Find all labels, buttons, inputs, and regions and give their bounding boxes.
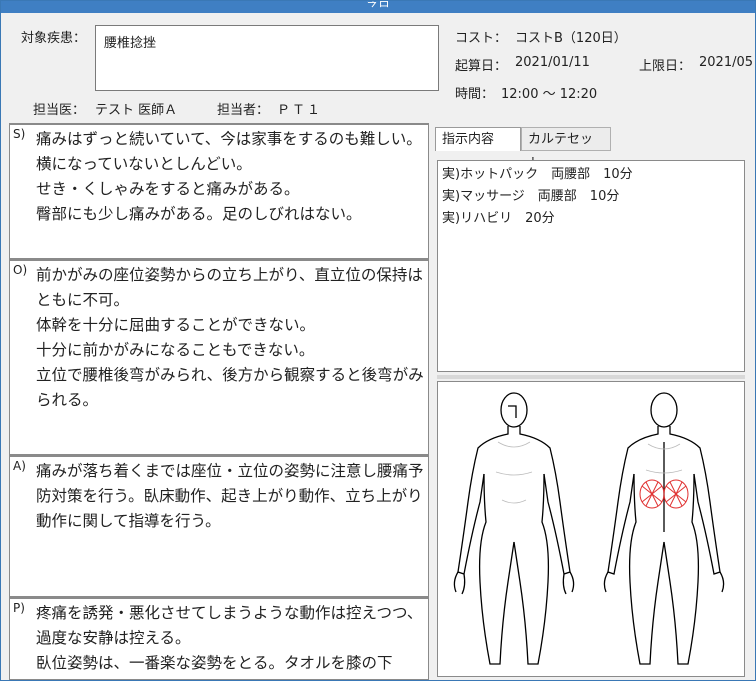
staff-label: 担当者： (217, 103, 270, 118)
front-body-figure (453, 392, 575, 665)
patient-header: 対象疾患： 腰椎捻挫 担当医： テスト 医師Ａ 担当者： ＰＴ１ コスト： コス… (1, 13, 755, 121)
app-window: 今日 対象疾患： 腰椎捻挫 担当医： テスト 医師Ａ 担当者： ＰＴ１ コスト：… (0, 0, 756, 681)
back-body-figure (603, 392, 725, 665)
soap-s-tag: S) (13, 127, 26, 141)
time-value: 12:00 ～ 12:20 (501, 87, 598, 102)
soap-o-tag: O) (13, 263, 28, 277)
tab-instruction[interactable]: 指示内容 (435, 127, 521, 151)
instruction-item[interactable]: 実)ホットパック 両腰部 10分 (442, 164, 740, 186)
body-outline-svg (453, 392, 725, 665)
instruction-item[interactable]: 実)マッサージ 両腰部 10分 (442, 186, 740, 208)
cost-value: コストB（120日） (515, 31, 627, 46)
doctor-value: テスト 医師Ａ (95, 103, 178, 118)
instruction-item[interactable]: 実)リハビリ 20分 (442, 208, 740, 230)
time-label: 時間： (455, 87, 495, 102)
instruction-list[interactable]: 実)ホットパック 両腰部 10分 実)マッサージ 両腰部 10分 実)リハビリ … (437, 160, 745, 372)
soap-a-panel[interactable]: A) 痛みが落ち着くまでは座位・立位の姿勢に注意し腰痛予防対策を行う。臥床動作、… (9, 455, 429, 597)
start-date-label: 起算日： (455, 59, 508, 74)
tab-karte-set[interactable]: カルテセット (521, 127, 611, 171)
soap-o-panel[interactable]: O) 前かがみの座位姿勢からの立ち上がり、直立位の保持はともに不可。 体幹を十分… (9, 259, 429, 455)
soap-p-panel[interactable]: P) 疼痛を誘発・悪化させてしまうような動作は控えつつ、過度な安静は控える。 臥… (9, 597, 429, 680)
disease-field[interactable]: 腰椎捻挫 (95, 25, 439, 91)
start-date-value: 2021/01/11 (515, 55, 590, 70)
cost-label: コスト： (455, 31, 508, 46)
disease-label: 対象疾患： (21, 31, 87, 46)
soap-o-text[interactable]: 前かがみの座位姿勢からの立ち上がり、直立位の保持はともに不可。 体幹を十分に屈曲… (36, 263, 424, 413)
limit-date-value: 2021/05 (699, 55, 754, 70)
soap-a-tag: A) (13, 459, 26, 473)
window-title: 今日 (1, 1, 755, 13)
soap-p-text[interactable]: 疼痛を誘発・悪化させてしまうような動作は控えつつ、過度な安静は控える。 臥位姿勢… (36, 601, 424, 676)
panel-splitter[interactable] (437, 375, 745, 379)
doctor-label: 担当医： (33, 103, 86, 118)
soap-s-text[interactable]: 痛みはずっと続いていて、今は家事をするのも難しい。横になっていないとしんどい。 … (36, 127, 424, 227)
body-diagram[interactable] (437, 381, 745, 677)
limit-date-label: 上限日： (639, 59, 692, 74)
soap-p-tag: P) (13, 601, 25, 615)
soap-s-panel[interactable]: S) 痛みはずっと続いていて、今は家事をするのも難しい。横になっていないとしんど… (9, 123, 429, 259)
staff-value: ＰＴ１ (277, 103, 323, 118)
soap-a-text[interactable]: 痛みが落ち着くまでは座位・立位の姿勢に注意し腰痛予防対策を行う。臥床動作、起き上… (36, 459, 424, 534)
